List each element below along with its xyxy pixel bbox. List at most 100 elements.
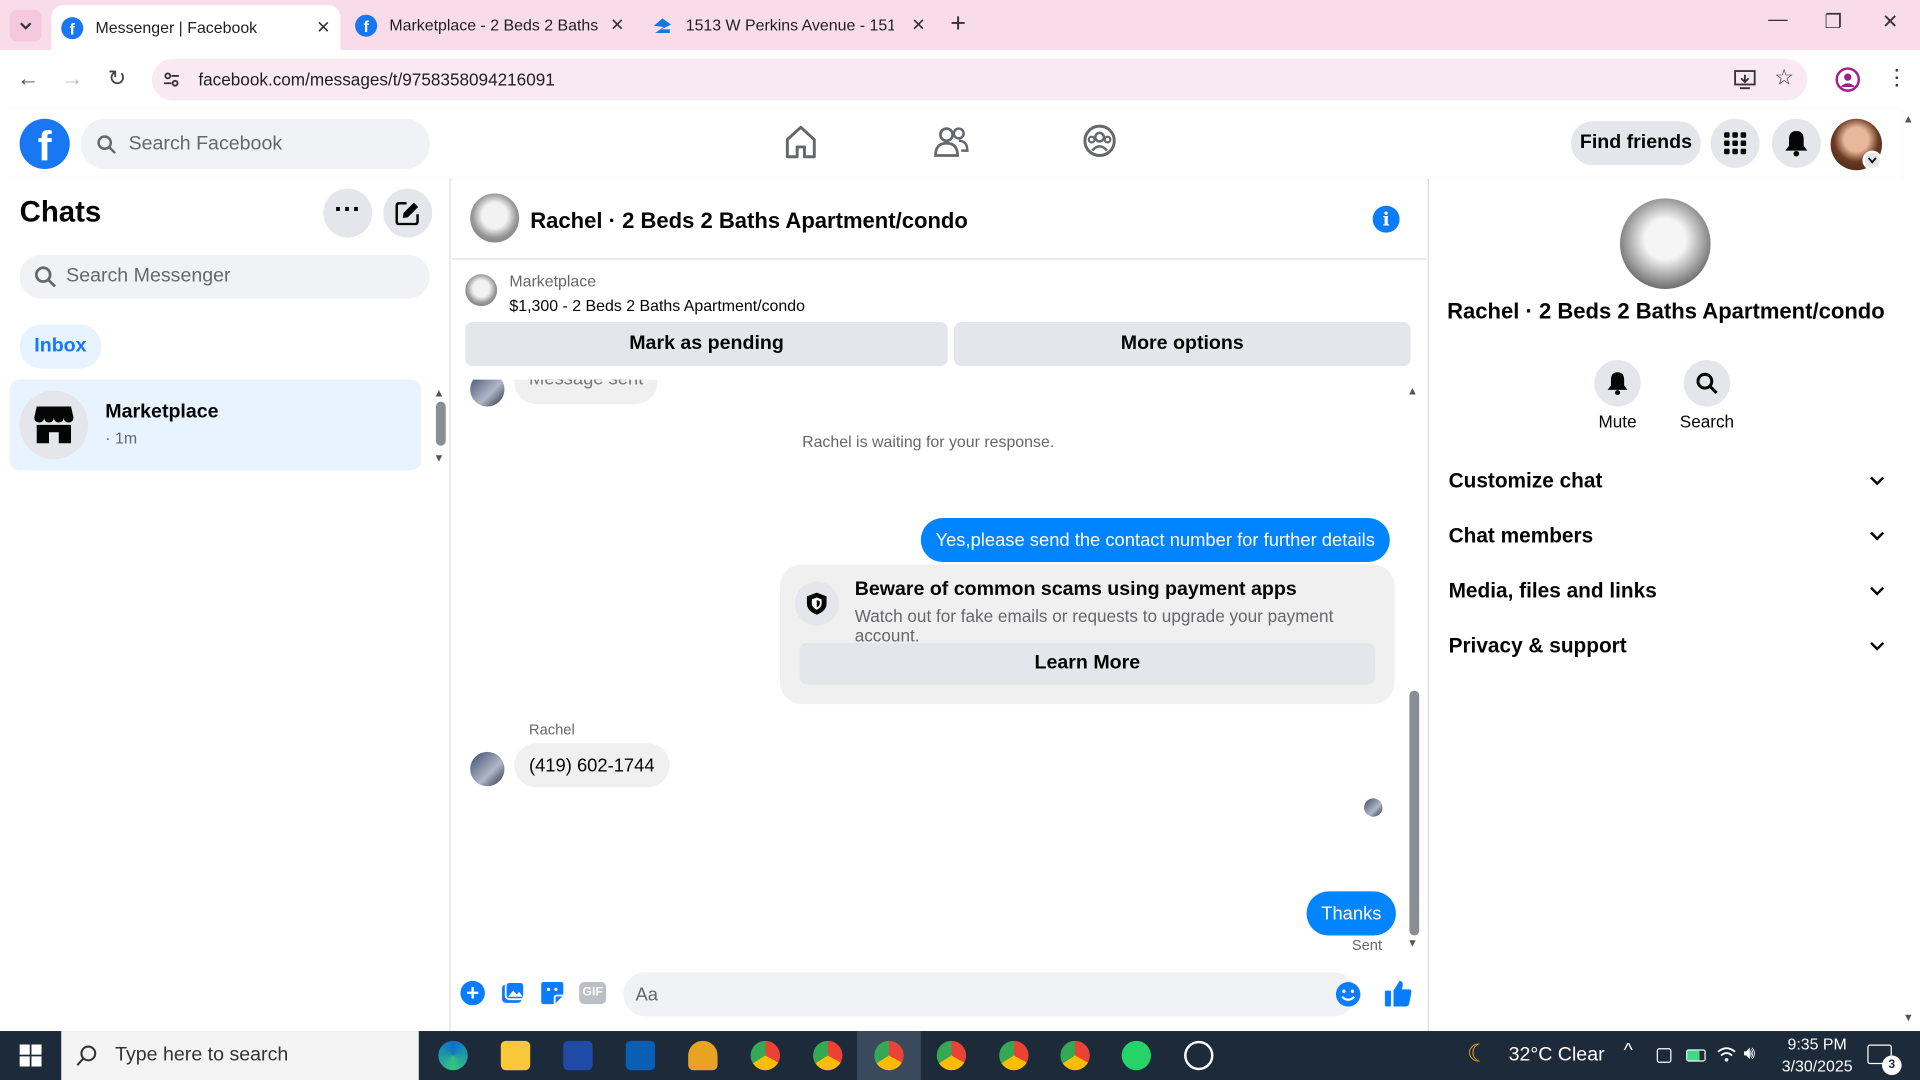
mute-button[interactable] bbox=[1594, 360, 1641, 407]
facebook-favicon-icon: f bbox=[61, 16, 84, 39]
emoji-icon[interactable] bbox=[1335, 981, 1362, 1008]
more-options-button[interactable]: More options bbox=[953, 322, 1411, 367]
home-icon[interactable] bbox=[784, 124, 818, 161]
message-bubble-incoming: (419) 602-1744 bbox=[514, 743, 670, 788]
weather-text[interactable]: 32°C Clear bbox=[1509, 1044, 1605, 1066]
chevron-down-icon bbox=[20, 22, 32, 30]
file-explorer-icon[interactable] bbox=[500, 1040, 531, 1071]
section-label: Customize chat bbox=[1448, 468, 1603, 493]
volume-icon[interactable]: 🔊︎ bbox=[1744, 1043, 1756, 1064]
chat-list-item[interactable]: Marketplace · 1m bbox=[9, 379, 422, 471]
menu-grid-button[interactable] bbox=[1710, 118, 1760, 168]
mark-as-pending-button[interactable]: Mark as pending bbox=[465, 322, 948, 367]
edge-icon[interactable] bbox=[438, 1040, 468, 1071]
page-scroll-up-icon[interactable]: ▲ bbox=[1903, 113, 1914, 125]
scroll-up-arrow-icon[interactable]: ▲ bbox=[433, 387, 444, 399]
outlook-icon[interactable] bbox=[625, 1040, 656, 1071]
photo-icon[interactable] bbox=[501, 981, 526, 1005]
listing-title[interactable]: $1,300 - 2 Beds 2 Baths Apartment/condo bbox=[509, 296, 805, 314]
details-avatar bbox=[1620, 198, 1711, 289]
facebook-logo-icon[interactable]: f bbox=[19, 118, 70, 169]
find-friends-button[interactable]: Find friends bbox=[1571, 121, 1701, 166]
waiting-notice: Rachel is waiting for your response. bbox=[802, 432, 1055, 451]
close-tab-icon[interactable]: ✕ bbox=[911, 15, 925, 36]
close-tab-icon[interactable]: ✕ bbox=[316, 17, 330, 38]
chat-list-scrollbar[interactable] bbox=[435, 401, 446, 446]
minimize-icon[interactable]: — bbox=[1768, 10, 1788, 32]
chrome-icon[interactable] bbox=[936, 1040, 967, 1071]
chat-members-section[interactable]: Chat members bbox=[1449, 514, 1885, 558]
search-in-conversation-button[interactable] bbox=[1683, 360, 1731, 407]
chrome-icon[interactable] bbox=[999, 1040, 1029, 1071]
tab-zillow[interactable]: 1513 W Perkins Avenue - 1513 ✕ bbox=[642, 0, 936, 50]
install-app-icon[interactable] bbox=[1734, 69, 1756, 91]
windows-start-icon[interactable] bbox=[19, 1044, 42, 1067]
chat-options-button[interactable]: ··· bbox=[323, 188, 373, 238]
wifi-icon[interactable] bbox=[1717, 1046, 1737, 1063]
messenger-search-input[interactable]: Search Messenger bbox=[19, 254, 430, 299]
friends-icon[interactable] bbox=[933, 124, 970, 161]
customize-chat-section[interactable]: Customize chat bbox=[1449, 459, 1885, 503]
conversation-header: Rachel · 2 Beds 2 Baths Apartment/condo … bbox=[451, 179, 1427, 260]
url-field[interactable]: facebook.com/messages/t/9758358094216091 bbox=[151, 58, 1808, 101]
chat-time: · 1m bbox=[105, 428, 138, 447]
back-icon[interactable]: ← bbox=[17, 66, 39, 92]
chrome-icon[interactable] bbox=[874, 1040, 904, 1071]
privacy-support-section[interactable]: Privacy & support bbox=[1449, 624, 1885, 668]
inbox-filter-tab[interactable]: Inbox bbox=[19, 324, 102, 369]
reload-icon[interactable]: ↻ bbox=[108, 66, 126, 92]
chrome-icon[interactable] bbox=[813, 1040, 843, 1071]
grid-menu-icon bbox=[1724, 132, 1747, 155]
whatsapp-icon[interactable] bbox=[1121, 1040, 1152, 1071]
chatgpt-icon[interactable] bbox=[1184, 1040, 1214, 1071]
gif-icon[interactable]: GIF bbox=[579, 982, 607, 1005]
chrome-icon[interactable] bbox=[750, 1040, 781, 1071]
chevron-down-icon bbox=[1870, 476, 1885, 486]
rachel-avatar bbox=[470, 379, 505, 407]
account-chevron-icon[interactable] bbox=[1862, 150, 1883, 171]
page-scroll-down-icon[interactable]: ▼ bbox=[1903, 1011, 1914, 1023]
profile-icon[interactable] bbox=[1834, 66, 1861, 93]
bookmark-star-icon[interactable]: ☆ bbox=[1774, 65, 1794, 91]
notifications-button[interactable] bbox=[1771, 118, 1821, 168]
like-thumbs-up-icon[interactable] bbox=[1384, 978, 1413, 1007]
message-input-placeholder: Aa bbox=[635, 983, 658, 1005]
browser-menu-icon[interactable]: ⋮ bbox=[1886, 65, 1908, 91]
new-message-button[interactable] bbox=[383, 188, 433, 238]
site-info-icon[interactable] bbox=[162, 70, 182, 90]
scroll-down-arrow-icon[interactable]: ▼ bbox=[1407, 937, 1418, 949]
tab-search-button[interactable] bbox=[9, 9, 42, 42]
device-icon[interactable] bbox=[1656, 1048, 1672, 1063]
media-files-links-section[interactable]: Media, files and links bbox=[1449, 569, 1885, 613]
learn-more-button[interactable]: Learn More bbox=[799, 642, 1376, 685]
scroll-up-arrow-icon[interactable]: ▲ bbox=[1407, 384, 1418, 396]
add-attachment-icon[interactable]: + bbox=[460, 980, 485, 1006]
clock[interactable]: 9:35 PM 3/30/2025 bbox=[1778, 1033, 1856, 1077]
facebook-search-input[interactable]: Search Facebook bbox=[80, 118, 430, 169]
clock-time: 9:35 PM bbox=[1787, 1034, 1847, 1054]
groups-icon[interactable] bbox=[1082, 124, 1116, 158]
taskbar-search-input[interactable]: Type here to search bbox=[61, 1031, 419, 1080]
conversation-avatar[interactable] bbox=[470, 193, 520, 243]
sticker-icon[interactable] bbox=[540, 981, 564, 1005]
battery-icon[interactable] bbox=[1686, 1049, 1706, 1062]
conversation-title[interactable]: Rachel · 2 Beds 2 Baths Apartment/condo bbox=[530, 208, 968, 234]
store-icon[interactable] bbox=[563, 1040, 593, 1071]
search-icon bbox=[76, 1045, 97, 1066]
browser-tab-strip: f Messenger | Facebook ✕ f Marketplace -… bbox=[0, 0, 1920, 51]
restore-icon[interactable]: ❐ bbox=[1824, 10, 1842, 34]
info-icon[interactable]: i bbox=[1372, 205, 1400, 233]
tab-marketplace[interactable]: f Marketplace - 2 Beds 2 Baths A ✕ bbox=[345, 0, 634, 50]
message-input[interactable]: Aa bbox=[623, 972, 1356, 1017]
medal-app-icon[interactable] bbox=[688, 1040, 718, 1071]
bell-icon bbox=[1785, 131, 1808, 157]
tab-messenger[interactable]: f Messenger | Facebook ✕ bbox=[51, 4, 341, 51]
chrome-icon[interactable] bbox=[1060, 1040, 1090, 1071]
forward-icon[interactable]: → bbox=[61, 66, 83, 92]
new-tab-icon[interactable]: + bbox=[950, 7, 966, 39]
close-window-icon[interactable]: ✕ bbox=[1882, 10, 1898, 34]
close-tab-icon[interactable]: ✕ bbox=[610, 15, 624, 36]
show-hidden-icons-icon[interactable]: ^ bbox=[1624, 1041, 1633, 1063]
scroll-down-arrow-icon[interactable]: ▼ bbox=[433, 452, 444, 464]
thread-scrollbar[interactable] bbox=[1409, 690, 1420, 936]
